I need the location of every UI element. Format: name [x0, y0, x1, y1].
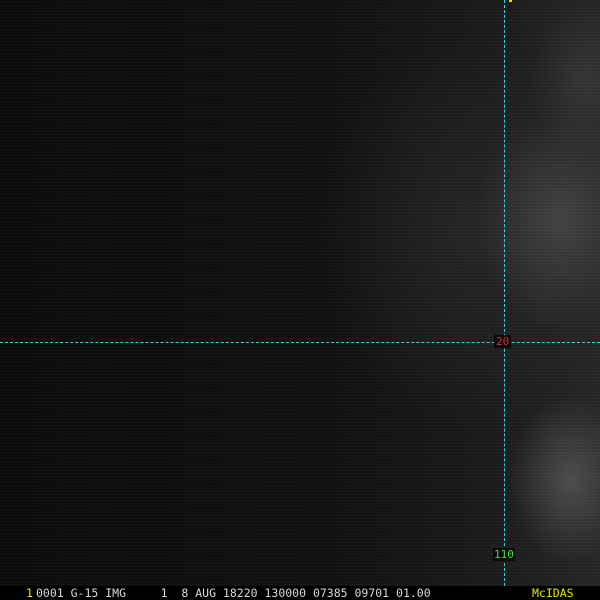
longitude-label: 110 [493, 548, 515, 561]
longitude-grid-line [504, 0, 505, 586]
top-marker [509, 0, 512, 2]
mcidas-brand: McIDAS [532, 586, 574, 600]
mcidas-display[interactable]: 20 110 1 0001 G-15 IMG 1 8 AUG 18220 130… [0, 0, 600, 600]
frame-number: 1 [26, 586, 33, 600]
status-bar: 1 0001 G-15 IMG 1 8 AUG 18220 130000 073… [0, 586, 600, 600]
image-header-text: 0001 G-15 IMG 1 8 AUG 18220 130000 07385… [36, 586, 431, 600]
scan-lines [0, 0, 600, 600]
latitude-label: 20 [494, 335, 512, 348]
